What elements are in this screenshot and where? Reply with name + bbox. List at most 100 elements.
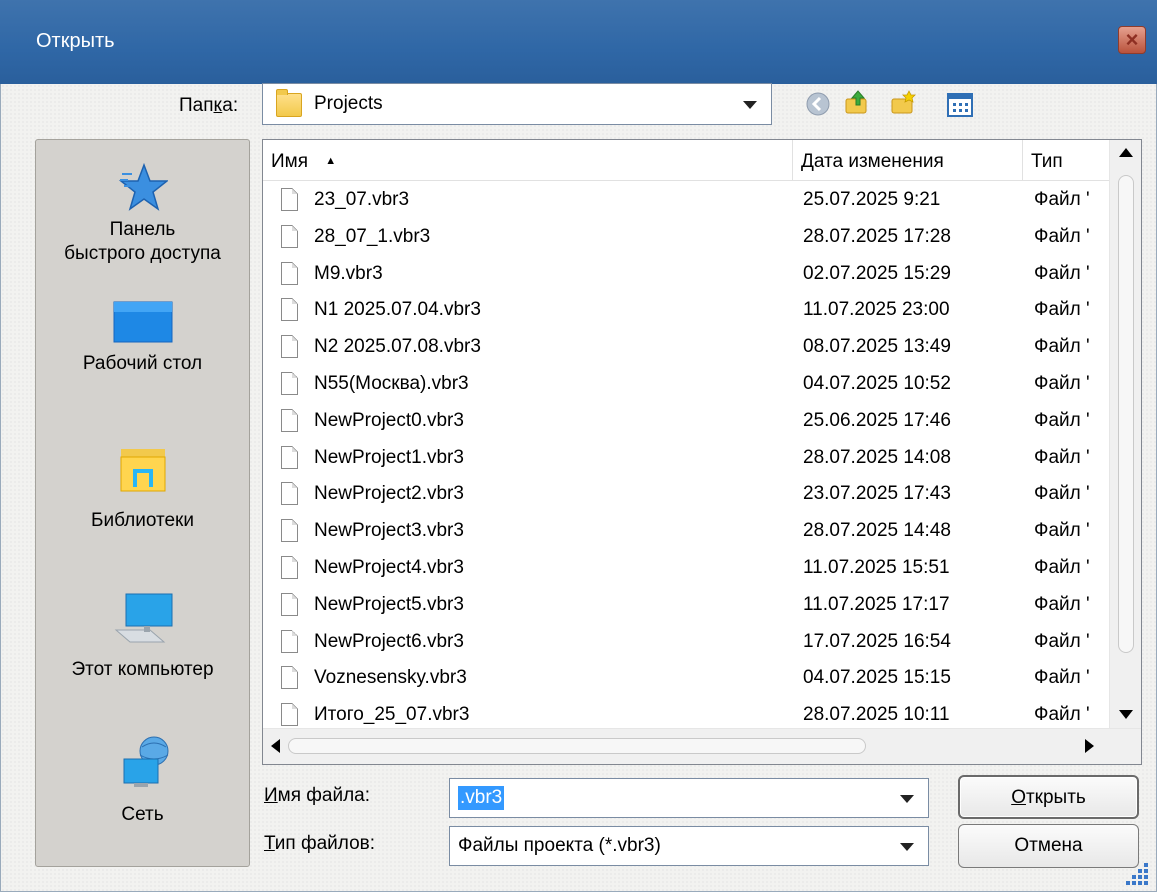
horizontal-scrollbar[interactable] (263, 728, 1141, 764)
open-button[interactable]: Открыть (958, 775, 1139, 819)
file-type: Файл ' (1034, 520, 1090, 542)
file-type: Файл ' (1034, 593, 1090, 615)
filename-input[interactable]: .vbr3 (449, 778, 929, 818)
column-header-name[interactable]: Имя ▲ (263, 140, 793, 180)
horizontal-scroll-thumb[interactable] (288, 738, 866, 754)
place-label: Рабочий стол (82, 353, 203, 374)
file-type: Файл ' (1034, 483, 1090, 505)
computer-icon (114, 593, 172, 643)
file-row[interactable]: N2 2025.07.08.vbr3 08.07.2025 13:49 Файл ' (263, 329, 1109, 365)
place-libraries[interactable]: Библиотеки (36, 445, 249, 533)
file-date: 11.07.2025 17:17 (803, 593, 950, 615)
filetype-select[interactable]: Файлы проекта (*.vbr3) (449, 826, 929, 866)
file-date: 25.06.2025 17:46 (803, 409, 951, 431)
file-date: 28.07.2025 14:08 (803, 446, 951, 468)
file-name: NewProject3.vbr3 (314, 520, 464, 542)
place-quick-access[interactable]: Панель быстрого доступа (36, 162, 249, 266)
file-date: 11.07.2025 15:51 (803, 557, 950, 578)
file-name: N2 2025.07.08.vbr3 (314, 336, 481, 358)
place-this-pc[interactable]: Этот компьютер (36, 590, 249, 682)
folder-icon (276, 89, 302, 117)
list-header: Имя ▲ Дата изменения Тип (263, 140, 1109, 181)
resize-grip-icon[interactable] (1124, 859, 1150, 885)
place-network[interactable]: Сеть (36, 735, 249, 827)
document-icon (281, 519, 298, 543)
vertical-scroll-thumb[interactable] (1118, 175, 1134, 653)
file-name: 28_07_1.vbr3 (314, 225, 431, 247)
chevron-down-icon (743, 101, 757, 109)
scroll-left-icon[interactable] (271, 739, 280, 753)
scroll-up-icon[interactable] (1119, 148, 1133, 157)
view-menu-icon[interactable] (947, 93, 973, 119)
file-date: 08.07.2025 13:49 (803, 336, 951, 358)
chevron-down-icon[interactable] (900, 795, 914, 803)
document-icon (281, 592, 298, 616)
file-list[interactable]: Имя ▲ Дата изменения Тип 23_07.vbr3 25.07… (262, 139, 1142, 765)
document-icon (281, 703, 298, 727)
file-row[interactable]: NewProject0.vbr3 25.06.2025 17:46 Файл ' (263, 403, 1109, 439)
document-icon (281, 261, 298, 285)
file-name: N55(Москва).vbr3 (314, 373, 469, 394)
file-row[interactable]: NewProject2.vbr3 23.07.2025 17:43 Файл ' (263, 476, 1109, 512)
open-file-dialog: Открыть × Папка: Projects Панель быстрог… (0, 0, 1157, 892)
file-date: 04.07.2025 15:15 (803, 667, 951, 689)
file-name: NewProject5.vbr3 (314, 593, 464, 615)
file-row[interactable]: Voznesensky.vbr3 04.07.2025 15:15 Файл ' (263, 660, 1109, 696)
place-label: Этот компьютер (71, 659, 214, 680)
column-header-type[interactable]: Тип (1023, 140, 1109, 180)
file-row[interactable]: NewProject5.vbr3 11.07.2025 17:17 Файл ' (263, 587, 1109, 623)
back-icon[interactable] (805, 91, 831, 117)
column-header-date[interactable]: Дата изменения (793, 140, 1023, 180)
folder-combo[interactable]: Projects (262, 83, 772, 125)
file-row[interactable]: NewProject3.vbr3 28.07.2025 14:48 Файл ' (263, 513, 1109, 549)
file-name: Voznesensky.vbr3 (314, 667, 467, 689)
cancel-button[interactable]: Отмена (958, 824, 1139, 868)
file-date: 17.07.2025 16:54 (803, 630, 951, 652)
file-name: NewProject4.vbr3 (314, 557, 464, 578)
network-icon (123, 736, 168, 787)
file-row[interactable]: N55(Москва).vbr3 04.07.2025 10:52 Файл ' (263, 366, 1109, 402)
dialog-body: Папка: Projects Панель быстрого доступа … (0, 83, 1157, 892)
file-type: Файл ' (1034, 557, 1090, 578)
file-row[interactable]: 23_07.vbr3 25.07.2025 9:21 Файл ' (263, 182, 1109, 218)
file-row[interactable]: NewProject6.vbr3 17.07.2025 16:54 Файл ' (263, 624, 1109, 660)
scroll-down-icon[interactable] (1119, 710, 1133, 719)
file-type: Файл ' (1034, 373, 1090, 394)
file-type: Файл ' (1034, 630, 1090, 652)
place-desktop[interactable]: Рабочий стол (36, 300, 249, 376)
place-label: быстрого доступа (64, 243, 221, 264)
document-icon (281, 666, 298, 690)
file-row[interactable]: 28_07_1.vbr3 28.07.2025 17:28 Файл ' (263, 219, 1109, 255)
file-date: 28.07.2025 14:48 (803, 520, 951, 542)
title-bar[interactable]: Открыть × (0, 0, 1157, 85)
file-row[interactable]: NewProject1.vbr3 28.07.2025 14:08 Файл ' (263, 440, 1109, 476)
document-icon (281, 556, 298, 579)
file-type: Файл ' (1034, 225, 1090, 247)
folder-current: Projects (314, 93, 383, 114)
places-bar: Панель быстрого доступа Рабочий стол Биб… (35, 139, 250, 867)
document-icon (281, 372, 298, 395)
file-date: 02.07.2025 15:29 (803, 262, 951, 284)
new-folder-icon[interactable] (890, 90, 916, 116)
file-row[interactable]: N1 2025.07.04.vbr3 11.07.2025 23:00 Файл ' (263, 292, 1109, 328)
file-name: N1 2025.07.04.vbr3 (314, 299, 481, 321)
vertical-scrollbar[interactable] (1109, 140, 1141, 728)
close-button[interactable]: × (1118, 26, 1146, 54)
file-type: Файл ' (1034, 189, 1090, 210)
libraries-icon (120, 449, 165, 492)
scroll-right-icon[interactable] (1085, 739, 1094, 753)
sort-ascending-icon: ▲ (325, 155, 337, 167)
filename-value[interactable]: .vbr3 (458, 786, 505, 810)
up-folder-icon[interactable] (844, 89, 870, 115)
place-label: Библиотеки (91, 510, 194, 531)
chevron-down-icon (900, 843, 914, 851)
close-icon: × (1125, 27, 1139, 52)
file-date: 23.07.2025 17:43 (803, 483, 951, 505)
file-type: Файл ' (1034, 409, 1090, 431)
file-type: Файл ' (1034, 667, 1090, 689)
file-row[interactable]: NewProject4.vbr3 11.07.2025 15:51 Файл ' (263, 550, 1109, 586)
file-row[interactable]: M9.vbr3 02.07.2025 15:29 Файл ' (263, 256, 1109, 292)
document-icon (281, 298, 298, 322)
file-date: 04.07.2025 10:52 (803, 373, 951, 394)
document-icon (281, 629, 298, 653)
